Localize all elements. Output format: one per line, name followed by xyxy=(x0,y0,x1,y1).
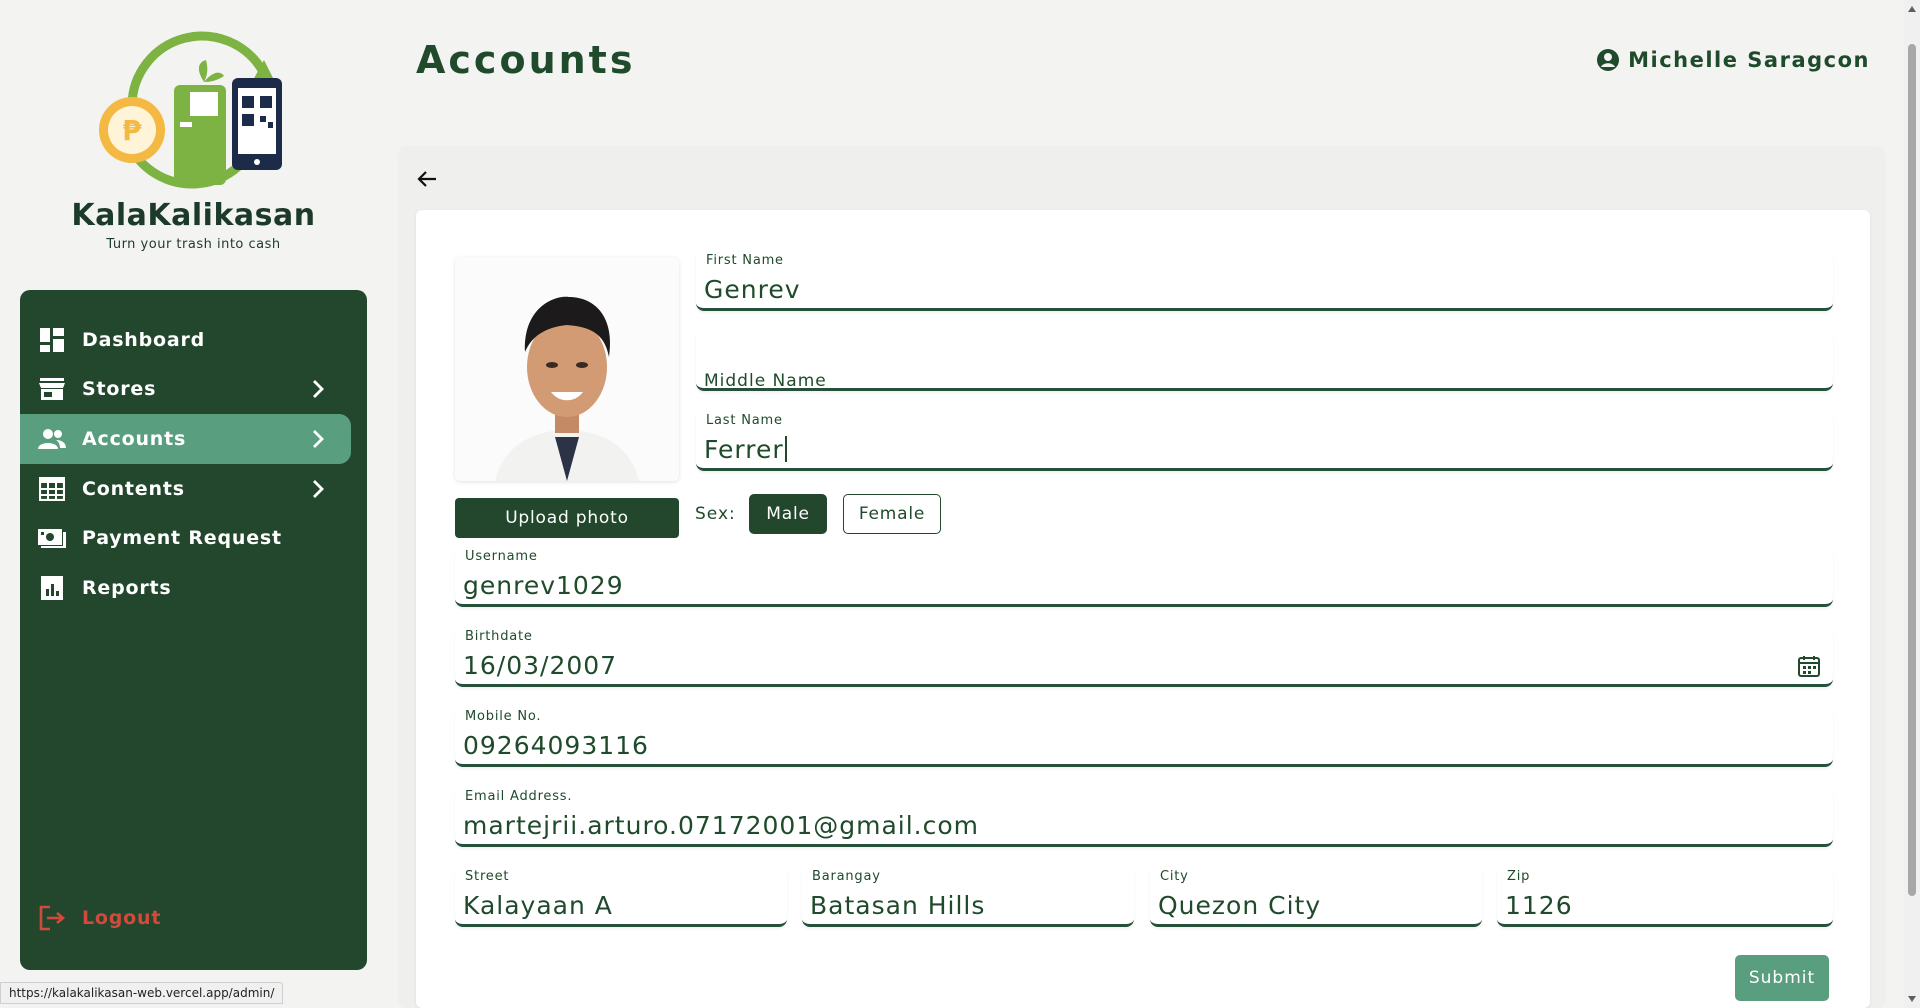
text-cursor xyxy=(784,436,787,462)
logo-icon: ₱ xyxy=(99,31,282,189)
sidebar-item-label: Payment Request xyxy=(82,527,282,549)
scroll-up-icon[interactable] xyxy=(1908,4,1916,14)
brand-name: KalaKalikasan xyxy=(71,198,316,233)
svg-text:₱: ₱ xyxy=(122,114,142,147)
birthdate-input[interactable]: 16/03/2007 xyxy=(463,651,1793,680)
sidebar-item-dashboard[interactable]: Dashboard xyxy=(20,315,351,365)
store-icon xyxy=(38,375,66,403)
logout-label: Logout xyxy=(82,907,162,929)
last-name-input[interactable]: Ferrer xyxy=(704,435,1793,464)
profile-photo xyxy=(455,257,679,481)
sidebar: Dashboard Stores Accounts Contents Payme… xyxy=(20,290,367,970)
city-field[interactable]: City Quezon City xyxy=(1150,869,1482,927)
username-input[interactable]: genrev1029 xyxy=(463,571,1793,600)
dashboard-icon xyxy=(38,326,66,354)
cash-icon xyxy=(38,524,66,552)
user-menu[interactable]: Michelle Saragcon xyxy=(1596,48,1870,72)
last-name-field[interactable]: Last Name Ferrer xyxy=(696,413,1833,471)
sex-female-button[interactable]: Female xyxy=(843,494,941,534)
street-field[interactable]: Street Kalayaan A xyxy=(455,869,787,927)
sidebar-item-label: Dashboard xyxy=(82,329,206,351)
first-name-field[interactable]: First Name Genrev xyxy=(696,253,1833,311)
zip-label: Zip xyxy=(1507,869,1531,884)
scrollbar-thumb[interactable] xyxy=(1908,44,1916,896)
sidebar-item-label: Stores xyxy=(82,378,157,400)
email-label: Email Address. xyxy=(465,789,573,804)
barangay-label: Barangay xyxy=(812,869,881,884)
barangay-input[interactable]: Batasan Hills xyxy=(810,891,1094,920)
username-field[interactable]: Username genrev1029 xyxy=(455,549,1833,607)
first-name-label: First Name xyxy=(706,253,784,268)
report-chart-icon xyxy=(38,574,66,602)
sidebar-item-stores[interactable]: Stores xyxy=(20,364,351,414)
brand-logo: ₱ KalaKalikasan Turn your trash into cas… xyxy=(20,30,367,260)
brand-tagline: Turn your trash into cash xyxy=(106,237,281,252)
logout-button[interactable]: Logout xyxy=(38,904,161,932)
city-label: City xyxy=(1160,869,1189,884)
sidebar-item-label: Contents xyxy=(82,478,185,500)
users-icon xyxy=(38,425,66,453)
calendar-grid-icon xyxy=(38,475,66,503)
sidebar-item-reports[interactable]: Reports xyxy=(20,563,351,613)
mobile-label: Mobile No. xyxy=(465,709,542,724)
scroll-down-icon[interactable] xyxy=(1908,994,1916,1004)
page-scrollbar[interactable] xyxy=(1904,0,1920,1008)
mobile-field[interactable]: Mobile No. 09264093116 xyxy=(455,709,1833,767)
status-bar-url: https://kalakalikasan-web.vercel.app/adm… xyxy=(0,982,284,1004)
street-label: Street xyxy=(465,869,510,884)
username-label: Username xyxy=(465,549,538,564)
sidebar-item-accounts[interactable]: Accounts xyxy=(20,414,351,464)
chevron-right-icon xyxy=(313,480,324,498)
calendar-icon[interactable] xyxy=(1797,654,1821,678)
email-input[interactable]: martejrii.arturo.07172001@gmail.com xyxy=(463,811,1793,840)
sidebar-item-payment-request[interactable]: Payment Request xyxy=(20,513,351,563)
sidebar-item-label: Reports xyxy=(82,577,172,599)
email-field[interactable]: Email Address. martejrii.arturo.07172001… xyxy=(455,789,1833,847)
back-arrow-icon[interactable] xyxy=(416,168,438,190)
street-input[interactable]: Kalayaan A xyxy=(463,891,747,920)
zip-field[interactable]: Zip 1126 xyxy=(1497,869,1833,927)
birthdate-field[interactable]: Birthdate 16/03/2007 xyxy=(455,629,1833,687)
sex-male-button[interactable]: Male xyxy=(749,494,827,534)
chevron-right-icon xyxy=(313,430,324,448)
mobile-input[interactable]: 09264093116 xyxy=(463,731,1793,760)
avatar xyxy=(455,257,679,481)
page-title: Accounts xyxy=(416,38,636,82)
birthdate-label: Birthdate xyxy=(465,629,533,644)
last-name-label: Last Name xyxy=(706,413,783,428)
sidebar-item-contents[interactable]: Contents xyxy=(20,464,351,514)
city-input[interactable]: Quezon City xyxy=(1158,891,1442,920)
logout-icon xyxy=(39,905,66,931)
user-circle-icon xyxy=(1597,49,1620,71)
first-name-input[interactable]: Genrev xyxy=(704,275,1793,304)
middle-name-placeholder: Middle Name xyxy=(704,371,827,391)
last-name-value: Ferrer xyxy=(704,435,784,464)
middle-name-field[interactable]: Middle Name xyxy=(696,333,1833,391)
submit-button[interactable]: Submit xyxy=(1735,955,1829,1001)
chevron-right-icon xyxy=(313,380,324,398)
sex-label: Sex: xyxy=(695,504,736,524)
upload-photo-button[interactable]: Upload photo xyxy=(455,498,679,538)
barangay-field[interactable]: Barangay Batasan Hills xyxy=(802,869,1134,927)
zip-input[interactable]: 1126 xyxy=(1505,891,1793,920)
sidebar-item-label: Accounts xyxy=(82,428,187,450)
user-name: Michelle Saragcon xyxy=(1628,48,1870,72)
